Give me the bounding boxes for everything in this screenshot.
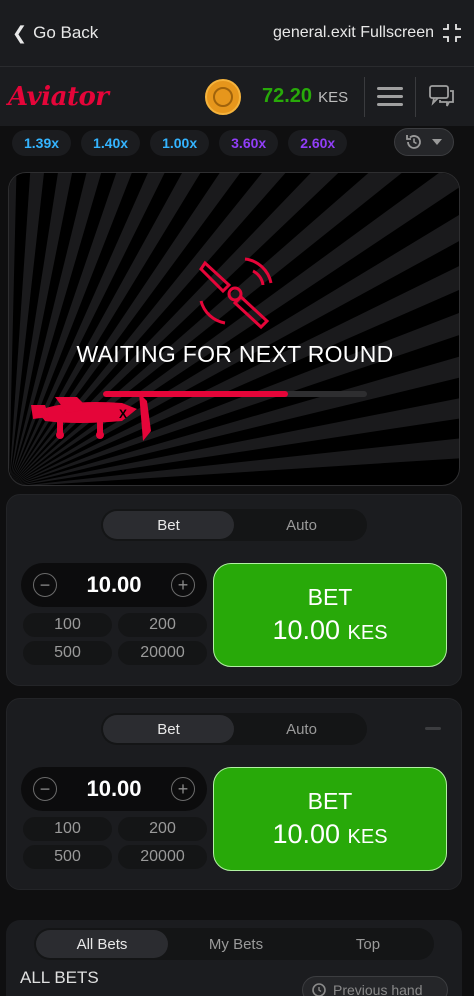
decrease-stake-button[interactable]: − (33, 573, 57, 597)
multiplier-chip: 1.40x (81, 130, 141, 156)
multiplier-history: 1.39x 1.40x 1.00x 3.60x 2.60x (0, 126, 474, 160)
coin-icon[interactable] (205, 79, 241, 115)
bet-button-amount: 10.00 KES (272, 615, 388, 645)
exit-fullscreen-label: general.exit Fullscreen (273, 24, 434, 41)
bet-button-title: BET (307, 788, 353, 814)
aviator-logo: Aviator (8, 81, 109, 112)
quick-amount-button[interactable]: 100 (23, 613, 112, 637)
quick-amount-button[interactable]: 500 (23, 641, 112, 665)
quick-amount-button[interactable]: 20000 (118, 845, 207, 869)
previous-hand-label: Previous hand (333, 982, 423, 996)
stake-stepper: − 10.00 + (21, 563, 207, 607)
menu-icon[interactable] (377, 87, 403, 107)
stake-value[interactable]: 10.00 (86, 776, 141, 802)
app-header: Aviator 72.20 KES (0, 66, 474, 126)
tab-my-bets[interactable]: My Bets (170, 928, 302, 960)
stake-stepper: − 10.00 + (21, 767, 207, 811)
tab-top[interactable]: Top (302, 928, 434, 960)
history-toggle-button[interactable] (394, 128, 454, 156)
multiplier-chip: 3.60x (219, 130, 279, 156)
quick-amount-button[interactable]: 500 (23, 845, 112, 869)
previous-hand-button[interactable]: Previous hand (302, 976, 448, 996)
bet-button[interactable]: BET 10.00 KES (213, 767, 447, 871)
decrease-stake-button[interactable]: − (33, 777, 57, 801)
increase-stake-button[interactable]: + (171, 777, 195, 801)
bet-button[interactable]: BET 10.00 KES (213, 563, 447, 667)
header-divider (415, 77, 416, 117)
bet-panel: Bet Auto − 10.00 + 100 200 500 20000 BET… (6, 494, 462, 686)
quick-amount-button[interactable]: 200 (118, 613, 207, 637)
quick-amount-button[interactable]: 200 (118, 817, 207, 841)
bet-mode-switch: Bet Auto (101, 509, 367, 541)
svg-text:X: X (119, 407, 127, 421)
bet-button-amount: 10.00 KES (272, 819, 388, 849)
caret-down-icon (432, 139, 442, 145)
go-back-label: Go Back (33, 23, 99, 42)
round-progress-fill (103, 391, 288, 397)
round-status: WAITING FOR NEXT ROUND (76, 341, 394, 367)
go-back-button[interactable]: ❮ Go Back (12, 23, 98, 44)
tab-bet[interactable]: Bet (103, 511, 234, 539)
quick-amount-button[interactable]: 20000 (118, 641, 207, 665)
exit-fullscreen-icon (443, 24, 461, 42)
chevron-left-icon: ❮ (12, 22, 28, 43)
tab-bet[interactable]: Bet (103, 715, 234, 743)
bet-mode-switch: Bet Auto (101, 713, 367, 745)
tab-all-bets[interactable]: All Bets (36, 930, 168, 958)
multiplier-chip: 1.39x (12, 130, 72, 156)
balance-currency: KES (318, 89, 349, 106)
game-canvas: X WAITING FOR NEXT ROUND (8, 172, 460, 486)
top-bar: ❮ Go Back general.exit Fullscreen (0, 0, 474, 66)
history-icon (312, 983, 326, 996)
bets-tabs: All Bets My Bets Top (34, 928, 434, 960)
balance: 72.20 KES (262, 85, 348, 108)
sunburst-background: X (9, 173, 459, 485)
tab-auto[interactable]: Auto (236, 713, 367, 745)
bet-button-title: BET (307, 584, 353, 610)
all-bets-title: ALL BETS (20, 968, 99, 987)
remove-panel-button[interactable] (425, 727, 441, 730)
stake-value[interactable]: 10.00 (86, 572, 141, 598)
bets-panel: All Bets My Bets Top ALL BETS Previous h… (6, 920, 462, 996)
quick-amounts: 100 200 500 20000 (23, 613, 207, 665)
multiplier-chip: 1.00x (150, 130, 210, 156)
multiplier-chip: 2.60x (288, 130, 348, 156)
bet-panel: Bet Auto − 10.00 + 100 200 500 20000 BET… (6, 698, 462, 890)
exit-fullscreen-button[interactable]: general.exit Fullscreen (273, 23, 462, 43)
round-progress-bar (103, 391, 367, 397)
tab-auto[interactable]: Auto (236, 509, 367, 541)
header-divider (364, 77, 365, 117)
chat-icon[interactable] (428, 83, 456, 109)
balance-amount: 72.20 (262, 85, 313, 107)
quick-amount-button[interactable]: 100 (23, 817, 112, 841)
history-icon (406, 135, 421, 149)
quick-amounts: 100 200 500 20000 (23, 817, 207, 869)
increase-stake-button[interactable]: + (171, 573, 195, 597)
